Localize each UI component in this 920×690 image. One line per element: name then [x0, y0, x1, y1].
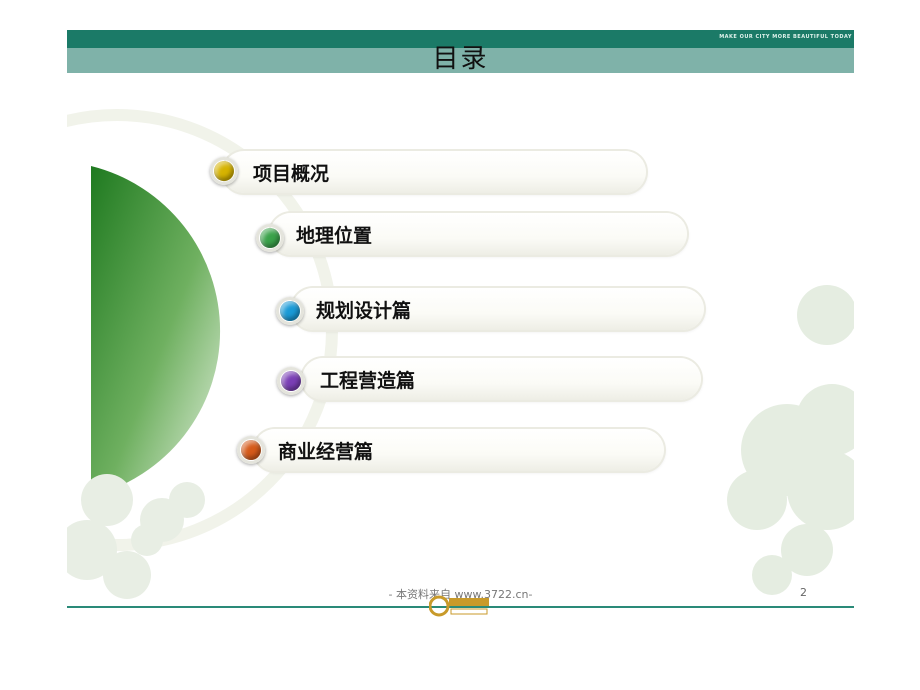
menu-item-business[interactable]: 商业经营篇: [254, 429, 664, 471]
company-logo-icon: [429, 595, 489, 617]
menu-item-planning-design[interactable]: 规划设计篇: [292, 288, 704, 330]
menu-item-label: 项目概况: [253, 162, 330, 185]
blue-ball-icon: [276, 297, 304, 325]
menu-item-project-overview[interactable]: 项目概况: [223, 151, 646, 193]
menu-item-location[interactable]: 地理位置: [270, 213, 687, 255]
page-title: 目录: [432, 44, 489, 74]
page-number: 2: [800, 586, 807, 599]
purple-ball-icon: [277, 367, 305, 395]
menu-item-label: 地理位置: [296, 224, 373, 247]
slide: MAKE OUR CITY MORE BEAUTIFUL TODAY 目录 项目…: [67, 30, 854, 620]
green-ball-icon: [256, 224, 284, 252]
menu-item-label: 商业经营篇: [278, 440, 374, 463]
menu-item-label: 规划设计篇: [316, 299, 412, 322]
menu-item-label: 工程营造篇: [320, 369, 416, 392]
orange-ball-icon: [237, 436, 265, 464]
yellow-ball-icon: [210, 157, 238, 185]
menu-item-engineering[interactable]: 工程营造篇: [302, 358, 701, 400]
